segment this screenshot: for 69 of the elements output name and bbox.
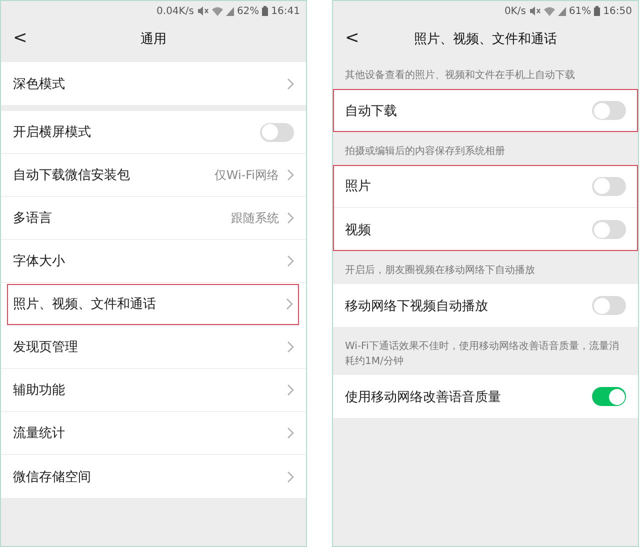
section-note: Wi-Fi下通话效果不佳时，使用移动网络改善语音质量，流量消耗约1M/分钟	[344, 340, 620, 369]
chevron-icon	[287, 470, 294, 482]
settings-row[interactable]: 照片、视频、文件和通话	[6, 283, 300, 326]
battery-percent: 62%	[236, 6, 260, 16]
toggle-switch[interactable]	[592, 176, 626, 196]
row-label: 微信存储空间	[13, 468, 92, 486]
row-label: 深色模式	[13, 76, 66, 92]
settings-row[interactable]: 发现页管理	[1, 326, 306, 369]
clock: 16:41	[271, 6, 300, 16]
settings-row[interactable]: 深色模式	[1, 62, 306, 105]
wifi-icon	[544, 6, 555, 16]
chevron-icon	[287, 78, 294, 90]
toggle-switch[interactable]	[592, 296, 626, 315]
toggle-switch[interactable]	[592, 101, 626, 120]
back-button[interactable]: <	[341, 27, 364, 49]
section-note: 其他设备查看的照片、视频和文件在手机上自动下载	[344, 68, 576, 83]
chevron-icon	[287, 427, 294, 439]
row-label: 使用移动网络改善语音质量	[345, 388, 502, 406]
toggle-switch[interactable]	[592, 387, 626, 406]
toggle-switch[interactable]	[260, 122, 294, 142]
screen-title: 通用	[140, 30, 166, 48]
clock: 16:50	[603, 6, 632, 16]
row-value: 仅Wi-Fi网络	[214, 166, 279, 184]
settings-row[interactable]: 辅助功能	[1, 369, 306, 412]
row-label: 移动网络下视频自动播放	[345, 298, 489, 314]
row-label: 辅助功能	[13, 382, 66, 399]
row-label: 照片	[345, 178, 372, 195]
settings-row[interactable]: 照片	[333, 165, 638, 208]
row-label: 流量统计	[13, 425, 66, 442]
battery-icon	[262, 6, 268, 16]
chevron-icon	[287, 169, 294, 181]
settings-row[interactable]: 字体大小	[1, 240, 306, 283]
signal-icon	[558, 6, 566, 16]
settings-row[interactable]: 微信存储空间	[1, 455, 306, 498]
chevron-icon	[287, 341, 294, 353]
settings-row[interactable]: 自动下载微信安装包 仅Wi-Fi网络	[1, 154, 306, 197]
settings-row[interactable]: 使用移动网络改善语音质量	[333, 375, 638, 418]
settings-row[interactable]: 自动下载	[333, 89, 638, 132]
settings-row[interactable]: 视频	[333, 208, 638, 251]
network-speed: 0K/s	[504, 6, 526, 16]
battery-icon	[594, 6, 600, 16]
toggle-switch[interactable]	[592, 220, 626, 239]
settings-row[interactable]: 多语言 跟随系统	[1, 197, 306, 240]
battery-percent: 61%	[568, 6, 592, 16]
row-label: 照片、视频、文件和通话	[13, 296, 157, 313]
chevron-icon	[287, 255, 294, 267]
wifi-icon	[212, 6, 223, 16]
screen-title: 照片、视频、文件和通话	[414, 30, 557, 48]
row-label: 自动下载	[345, 102, 398, 120]
signal-icon	[226, 6, 234, 16]
settings-row[interactable]: 开启横屏模式	[1, 111, 306, 154]
row-value: 跟随系统	[231, 210, 279, 226]
mute-icon	[528, 6, 541, 16]
chevron-icon	[287, 212, 294, 224]
row-label: 自动下载微信安装包	[13, 167, 131, 184]
row-label: 开启横屏模式	[13, 124, 92, 141]
mute-icon	[196, 6, 209, 16]
settings-row[interactable]: 移动网络下视频自动播放	[333, 284, 638, 327]
row-label: 多语言	[13, 210, 53, 227]
row-label: 发现页管理	[13, 339, 79, 356]
section-note: 开启后，朋友圈视频在移动网络下自动播放	[344, 264, 536, 278]
back-button[interactable]: <	[9, 27, 32, 49]
chevron-icon	[287, 384, 294, 396]
section-note: 拍摄或编辑后的内容保存到系统相册	[344, 144, 506, 159]
row-label: 字体大小	[13, 253, 66, 270]
network-speed: 0.04K/s	[156, 6, 194, 16]
settings-row[interactable]: 流量统计	[1, 412, 306, 455]
row-label: 视频	[345, 222, 372, 238]
chevron-icon	[286, 298, 293, 310]
